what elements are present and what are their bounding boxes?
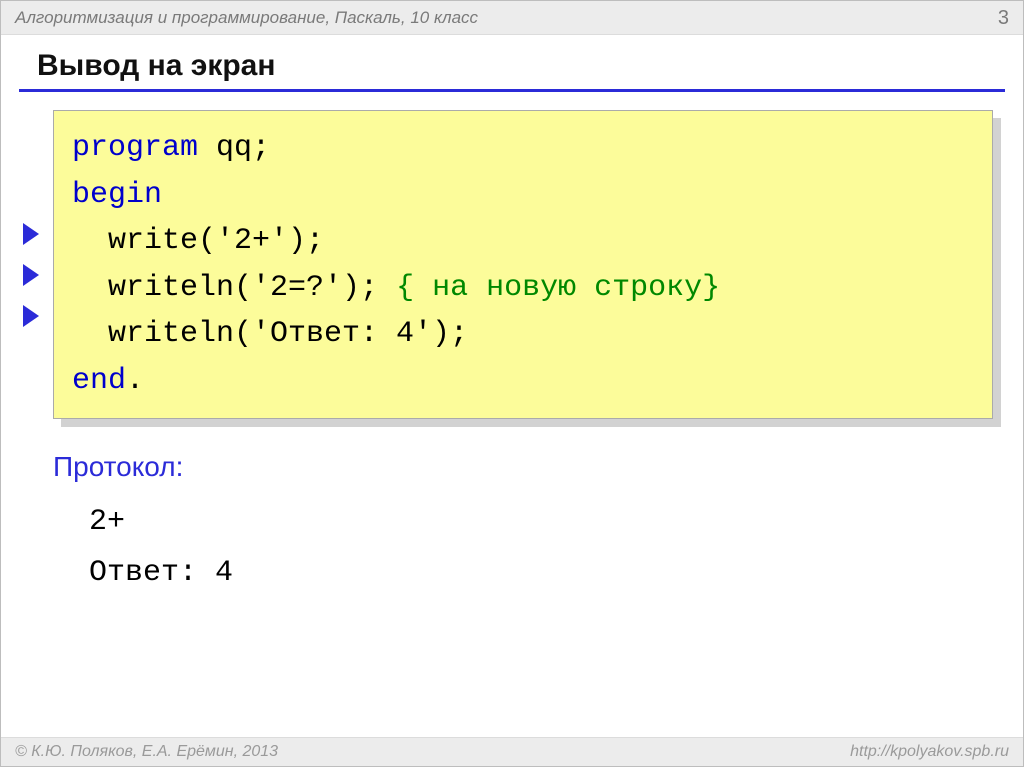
keyword: begin [72, 178, 162, 212]
bullet-markers [23, 223, 39, 327]
code-line: writeln('Ответ: 4'); [72, 311, 974, 358]
code-line: begin [72, 172, 974, 219]
code-line: program qq; [72, 125, 974, 172]
keyword: program [72, 131, 198, 165]
code-box: program qq; begin write('2+'); writeln('… [53, 110, 993, 419]
page-title: Вывод на экран [37, 49, 1023, 83]
page-number: 3 [998, 7, 1009, 30]
code-line: end. [72, 358, 974, 405]
copyright: © К.Ю. Поляков, Е.А. Ерёмин, 2013 [15, 743, 278, 761]
code-line: write('2+'); [72, 218, 974, 265]
protocol-output: 2+ Ответ: 4 [89, 497, 1023, 599]
output-line: Ответ: 4 [89, 548, 1023, 599]
footer-bar: © К.Ю. Поляков, Е.А. Ерёмин, 2013 http:/… [1, 737, 1023, 766]
comment: { на новую строку} [396, 271, 720, 305]
arrow-right-icon [23, 223, 39, 245]
protocol-label: Протокол: [53, 451, 1023, 483]
header-bar: Алгоритмизация и программирование, Паска… [1, 1, 1023, 35]
arrow-right-icon [23, 305, 39, 327]
header-subject: Алгоритмизация и программирование, Паска… [15, 8, 478, 28]
code-block: program qq; begin write('2+'); writeln('… [53, 110, 993, 419]
code-line: writeln('2=?'); { на новую строку} [72, 265, 974, 312]
keyword: end [72, 364, 126, 398]
arrow-right-icon [23, 264, 39, 286]
output-line: 2+ [89, 497, 1023, 548]
title-underline [19, 89, 1005, 92]
footer-url: http://kpolyakov.spb.ru [850, 743, 1009, 761]
